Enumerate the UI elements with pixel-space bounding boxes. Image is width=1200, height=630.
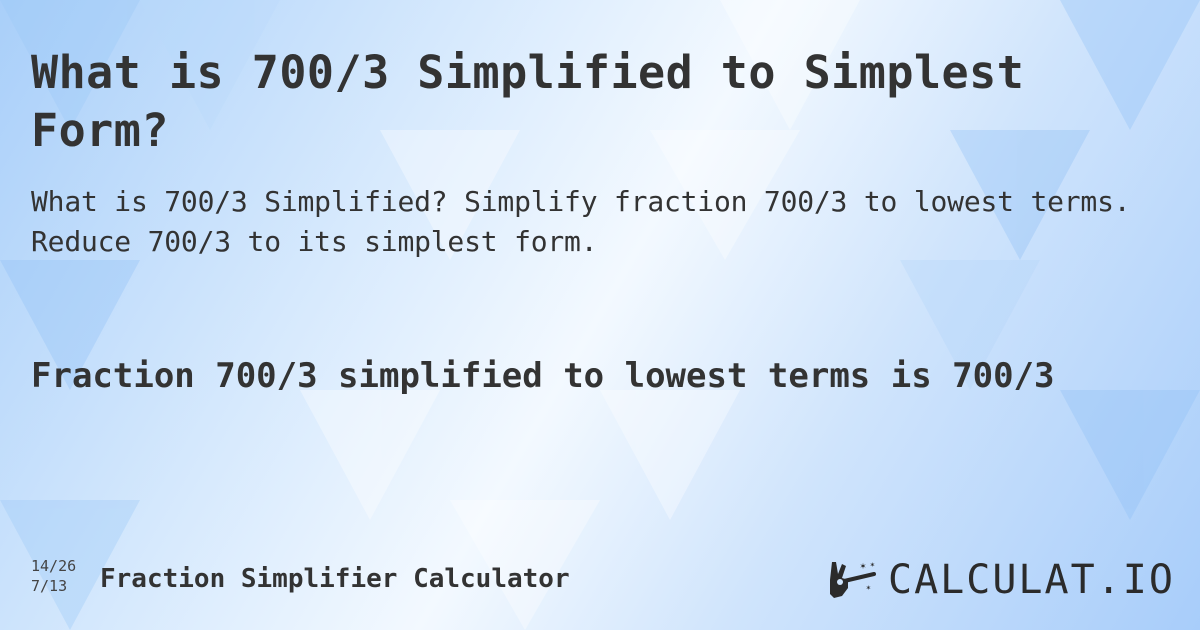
fraction-icon: 14/26 7/13 xyxy=(31,556,76,596)
result-text: Fraction 700/3 simplified to lowest term… xyxy=(31,356,1055,396)
page-title: What is 700/3 Simplified to Simplest For… xyxy=(31,46,1025,157)
page-subtitle: What is 700/3 Simplified? Simplify fract… xyxy=(31,185,1131,258)
fraction-icon-bottom: 7/13 xyxy=(31,577,68,595)
magic-wand-hand-icon: ✶ ✶ ✶ xyxy=(830,560,876,598)
svg-text:✶: ✶ xyxy=(866,583,871,592)
calculat-io-logo[interactable]: ✶ ✶ ✶ CALCULAT.IO xyxy=(826,558,1175,602)
calculator-name: Fraction Simplifier Calculator xyxy=(100,564,570,594)
svg-text:✶: ✶ xyxy=(860,561,866,572)
fraction-icon-top: 14/26 xyxy=(31,557,77,575)
svg-text:✶: ✶ xyxy=(870,560,875,569)
logo-text: CALCULAT.IO xyxy=(888,557,1175,603)
